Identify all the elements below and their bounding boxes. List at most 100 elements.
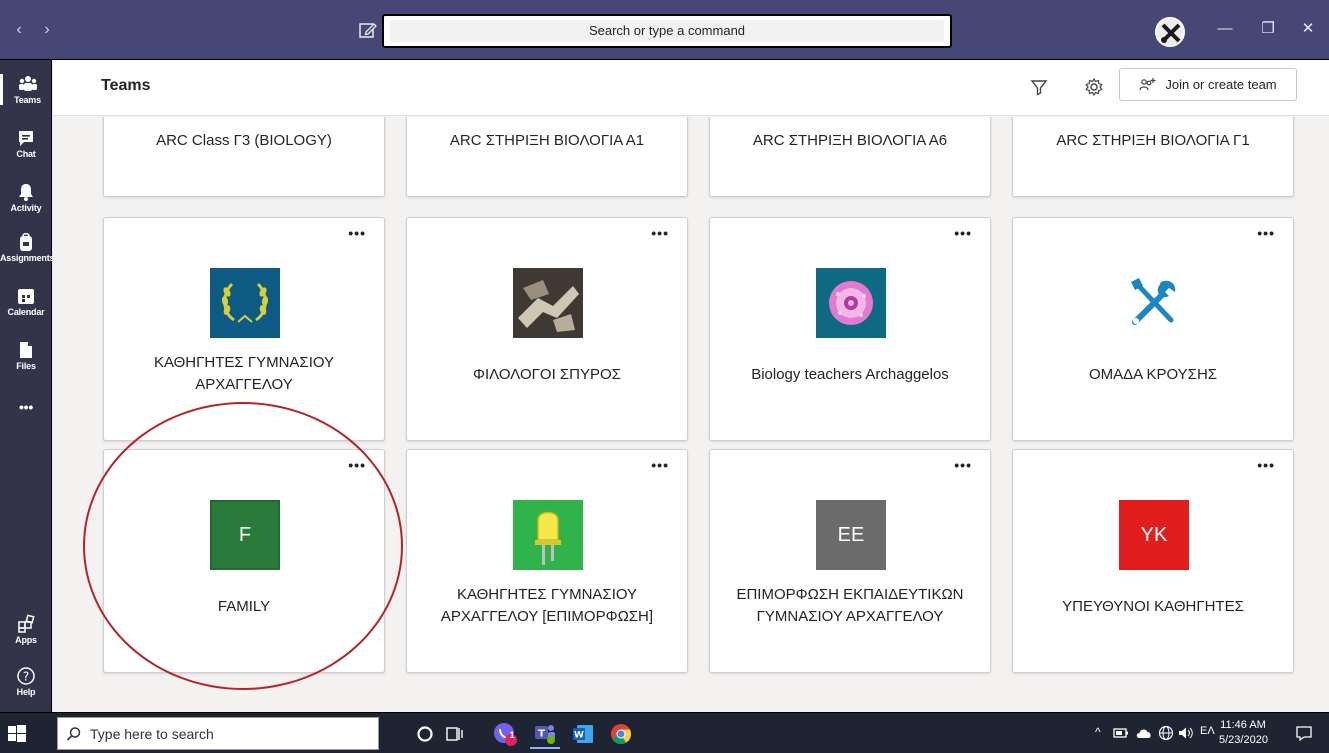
add-team-icon — [1139, 77, 1156, 90]
more-options-icon[interactable]: ••• — [1257, 226, 1275, 240]
more-options-icon[interactable]: ••• — [1257, 458, 1275, 472]
team-card[interactable]: ••• ΚΑΘΗΓΗΤΕΣ ΓΥΜΝΑΣΙΟΥ ΑΡΧΑΓΓΕΛΟΥ [ΕΠΙΜ… — [406, 449, 688, 673]
input-language-indicator[interactable]: ΕΛ — [1200, 725, 1215, 737]
app-bar: Teams Chat Activity Assignments Calendar… — [0, 60, 55, 712]
team-name-line1: ΚΑΘΗΓΗΤΕΣ ΓΥΜΝΑΣΙΟΥ — [153, 354, 335, 371]
team-name-line2: ΓΥΜΝΑΣΙΟΥ ΑΡΧΑΓΓΕΛΟΥ — [756, 608, 944, 625]
team-card[interactable]: ••• ΟΜΑΔΑ ΚΡΟΥΣΗΣ — [1012, 217, 1294, 441]
clock-date: 5/23/2020 — [1219, 734, 1268, 746]
team-card[interactable]: ARC ΣΤΗΡΙΞΗ ΒΙΟΛΟΓΙΑ Α1 — [406, 117, 688, 197]
viber-app-icon[interactable]: 1 — [490, 719, 520, 749]
teams-icon — [18, 76, 37, 91]
team-card[interactable]: ARC ΣΤΗΡΙΞΗ ΒΙΟΛΟΓΙΑ Α6 — [709, 117, 991, 197]
cortana-icon[interactable] — [410, 719, 440, 749]
team-name: ARC Class Γ3 (BIOLOGY) — [156, 132, 332, 149]
team-name-line1: Biology teachers Archaggelos — [751, 366, 949, 383]
clock-time: 11:46 AM — [1220, 719, 1266, 731]
rail-item-teams[interactable]: Teams — [0, 74, 52, 105]
team-name-line1: ΥΠΕΥΘΥΝΟΙ ΚΑΘΗΓΗΤΕΣ — [1062, 598, 1244, 615]
more-icon: ••• — [18, 399, 34, 415]
backpack-icon — [20, 232, 32, 251]
team-name: ARC ΣΤΗΡΙΞΗ ΒΙΟΛΟΓΙΑ Α6 — [752, 132, 948, 149]
join-or-create-team-button[interactable]: Join or create team — [1119, 68, 1297, 101]
taskbar-clock[interactable]: 11:46 AM 5/23/2020 — [1219, 718, 1268, 748]
rail-label: Teams — [14, 95, 41, 105]
taskbar-search-box[interactable]: Type here to search — [57, 717, 379, 750]
minimize-button[interactable]: — — [1213, 19, 1237, 39]
rail-item-assignments[interactable]: Assignments — [0, 232, 55, 263]
team-avatar-tile: YK — [1119, 500, 1189, 570]
rail-label: Activity — [10, 203, 42, 213]
notifications-icon[interactable] — [1295, 725, 1313, 741]
word-app-icon[interactable]: W — [568, 719, 598, 749]
maximize-button[interactable]: ❐ — [1256, 19, 1280, 39]
rail-label: Help — [16, 687, 36, 697]
command-search-box[interactable]: Search or type a command — [382, 14, 952, 48]
team-card[interactable]: ARC ΣΤΗΡΙΞΗ ΒΙΟΛΟΓΙΑ Γ1 — [1012, 117, 1294, 197]
more-options-icon[interactable]: ••• — [954, 458, 972, 472]
team-card-family[interactable]: ••• F FAMILY — [103, 449, 385, 673]
team-card[interactable]: ••• EE ΕΠΙΜΟΡΦΩΣΗ ΕΚΠΑΙΔΕΥΤΙΚΩΝ ΓΥΜΝΑΣΙΟ… — [709, 449, 991, 673]
rail-label: Assignments — [0, 253, 55, 263]
team-name-line2: ΑΡΧΑΓΓΕΛΟΥ [ΕΠΙΜΟΡΦΩΣΗ] — [440, 608, 654, 625]
windows-start-icon[interactable] — [6, 723, 28, 745]
team-card[interactable]: ARC Class Γ3 (BIOLOGY) — [103, 117, 385, 197]
compose-icon[interactable] — [358, 20, 378, 40]
profile-avatar[interactable] — [1155, 17, 1185, 47]
network-globe-icon[interactable] — [1158, 725, 1174, 741]
tray-chevron-icon[interactable]: ^ — [1095, 725, 1101, 739]
more-options-icon[interactable]: ••• — [651, 458, 669, 472]
battery-icon[interactable] — [1113, 726, 1129, 740]
teams-grid: ARC Class Γ3 (BIOLOGY) ARC ΣΤΗΡΙΞΗ ΒΙΟΛΟ… — [53, 117, 1329, 712]
team-card[interactable]: ••• YK ΥΠΕΥΘΥΝΟΙ ΚΑΘΗΓΗΤΕΣ — [1012, 449, 1294, 673]
svg-text:?: ? — [23, 670, 29, 684]
more-options-icon[interactable]: ••• — [651, 226, 669, 240]
more-options-icon[interactable]: ••• — [348, 226, 366, 240]
rail-item-activity[interactable]: Activity — [0, 182, 52, 213]
main-pane: Teams Join or create team ARC Class Γ3 (… — [53, 60, 1329, 712]
team-card[interactable]: ••• ΚΑΘΗΓΗΤΕΣ ΓΥΜΝΑΣΙΟΥ ΑΡΧΑΓΓΕΛΟΥ — [103, 217, 385, 441]
onedrive-icon[interactable] — [1135, 726, 1153, 740]
rail-item-chat[interactable]: Chat — [0, 128, 52, 159]
team-name-line1: ΚΑΘΗΓΗΤΕΣ ΓΥΜΝΑΣΙΟΥ — [456, 586, 638, 603]
more-options-icon[interactable]: ••• — [348, 458, 366, 472]
filter-icon[interactable] — [1029, 77, 1049, 97]
rail-item-calendar[interactable]: Calendar — [0, 286, 52, 317]
apps-icon — [18, 614, 35, 633]
laurel-wreath-icon — [210, 268, 280, 338]
teams-app-icon[interactable]: T — [530, 719, 560, 749]
team-card[interactable]: ••• ΦΙΛΟΛΟΓΟΙ ΣΠΥΡΟΣ — [406, 217, 688, 441]
page-title: Teams — [101, 77, 151, 94]
close-button[interactable]: ✕ — [1296, 19, 1320, 39]
rail-item-files[interactable]: Files — [0, 340, 52, 371]
calendar-icon — [18, 289, 34, 304]
team-name-line1: FAMILY — [217, 598, 271, 615]
rail-item-more[interactable]: ••• — [0, 398, 52, 415]
command-search-input[interactable]: Search or type a command — [390, 20, 944, 42]
rail-item-help[interactable]: ? Help — [0, 666, 52, 697]
sculpture-photo-icon — [513, 268, 583, 338]
rail-label: Chat — [16, 149, 36, 159]
rail-item-apps[interactable]: Apps — [0, 614, 52, 645]
chrome-app-icon[interactable] — [606, 719, 636, 749]
bell-icon — [19, 184, 33, 201]
team-name-line2: ΑΡΧΑΓΓΕΛΟΥ — [195, 376, 293, 393]
more-options-icon[interactable]: ••• — [954, 226, 972, 240]
task-view-icon[interactable] — [440, 719, 470, 749]
team-name-line1: ΦΙΛΟΛΟΓΟΙ ΣΠΥΡΟΣ — [473, 366, 621, 383]
rail-label: Files — [16, 361, 36, 371]
file-icon — [20, 342, 32, 358]
teams-header: Teams Join or create team — [53, 60, 1329, 116]
team-card[interactable]: ••• Biology teachers Archaggelos — [709, 217, 991, 441]
title-bar: ‹ › Search or type a command — ❐ ✕ — [0, 0, 1329, 60]
forward-button[interactable]: › — [38, 22, 56, 38]
gear-icon[interactable] — [1084, 77, 1104, 97]
taskbar-search-placeholder: Type here to search — [90, 725, 214, 742]
back-button[interactable]: ‹ — [10, 22, 28, 38]
tools-icon — [1119, 268, 1189, 338]
cell-icon — [816, 268, 886, 338]
windows-taskbar: Type here to search 1 T W ^ ΕΛ 11:46 AM … — [0, 712, 1329, 753]
volume-icon[interactable] — [1178, 726, 1194, 740]
rail-label: Calendar — [7, 307, 45, 317]
rail-label: Apps — [15, 635, 37, 645]
